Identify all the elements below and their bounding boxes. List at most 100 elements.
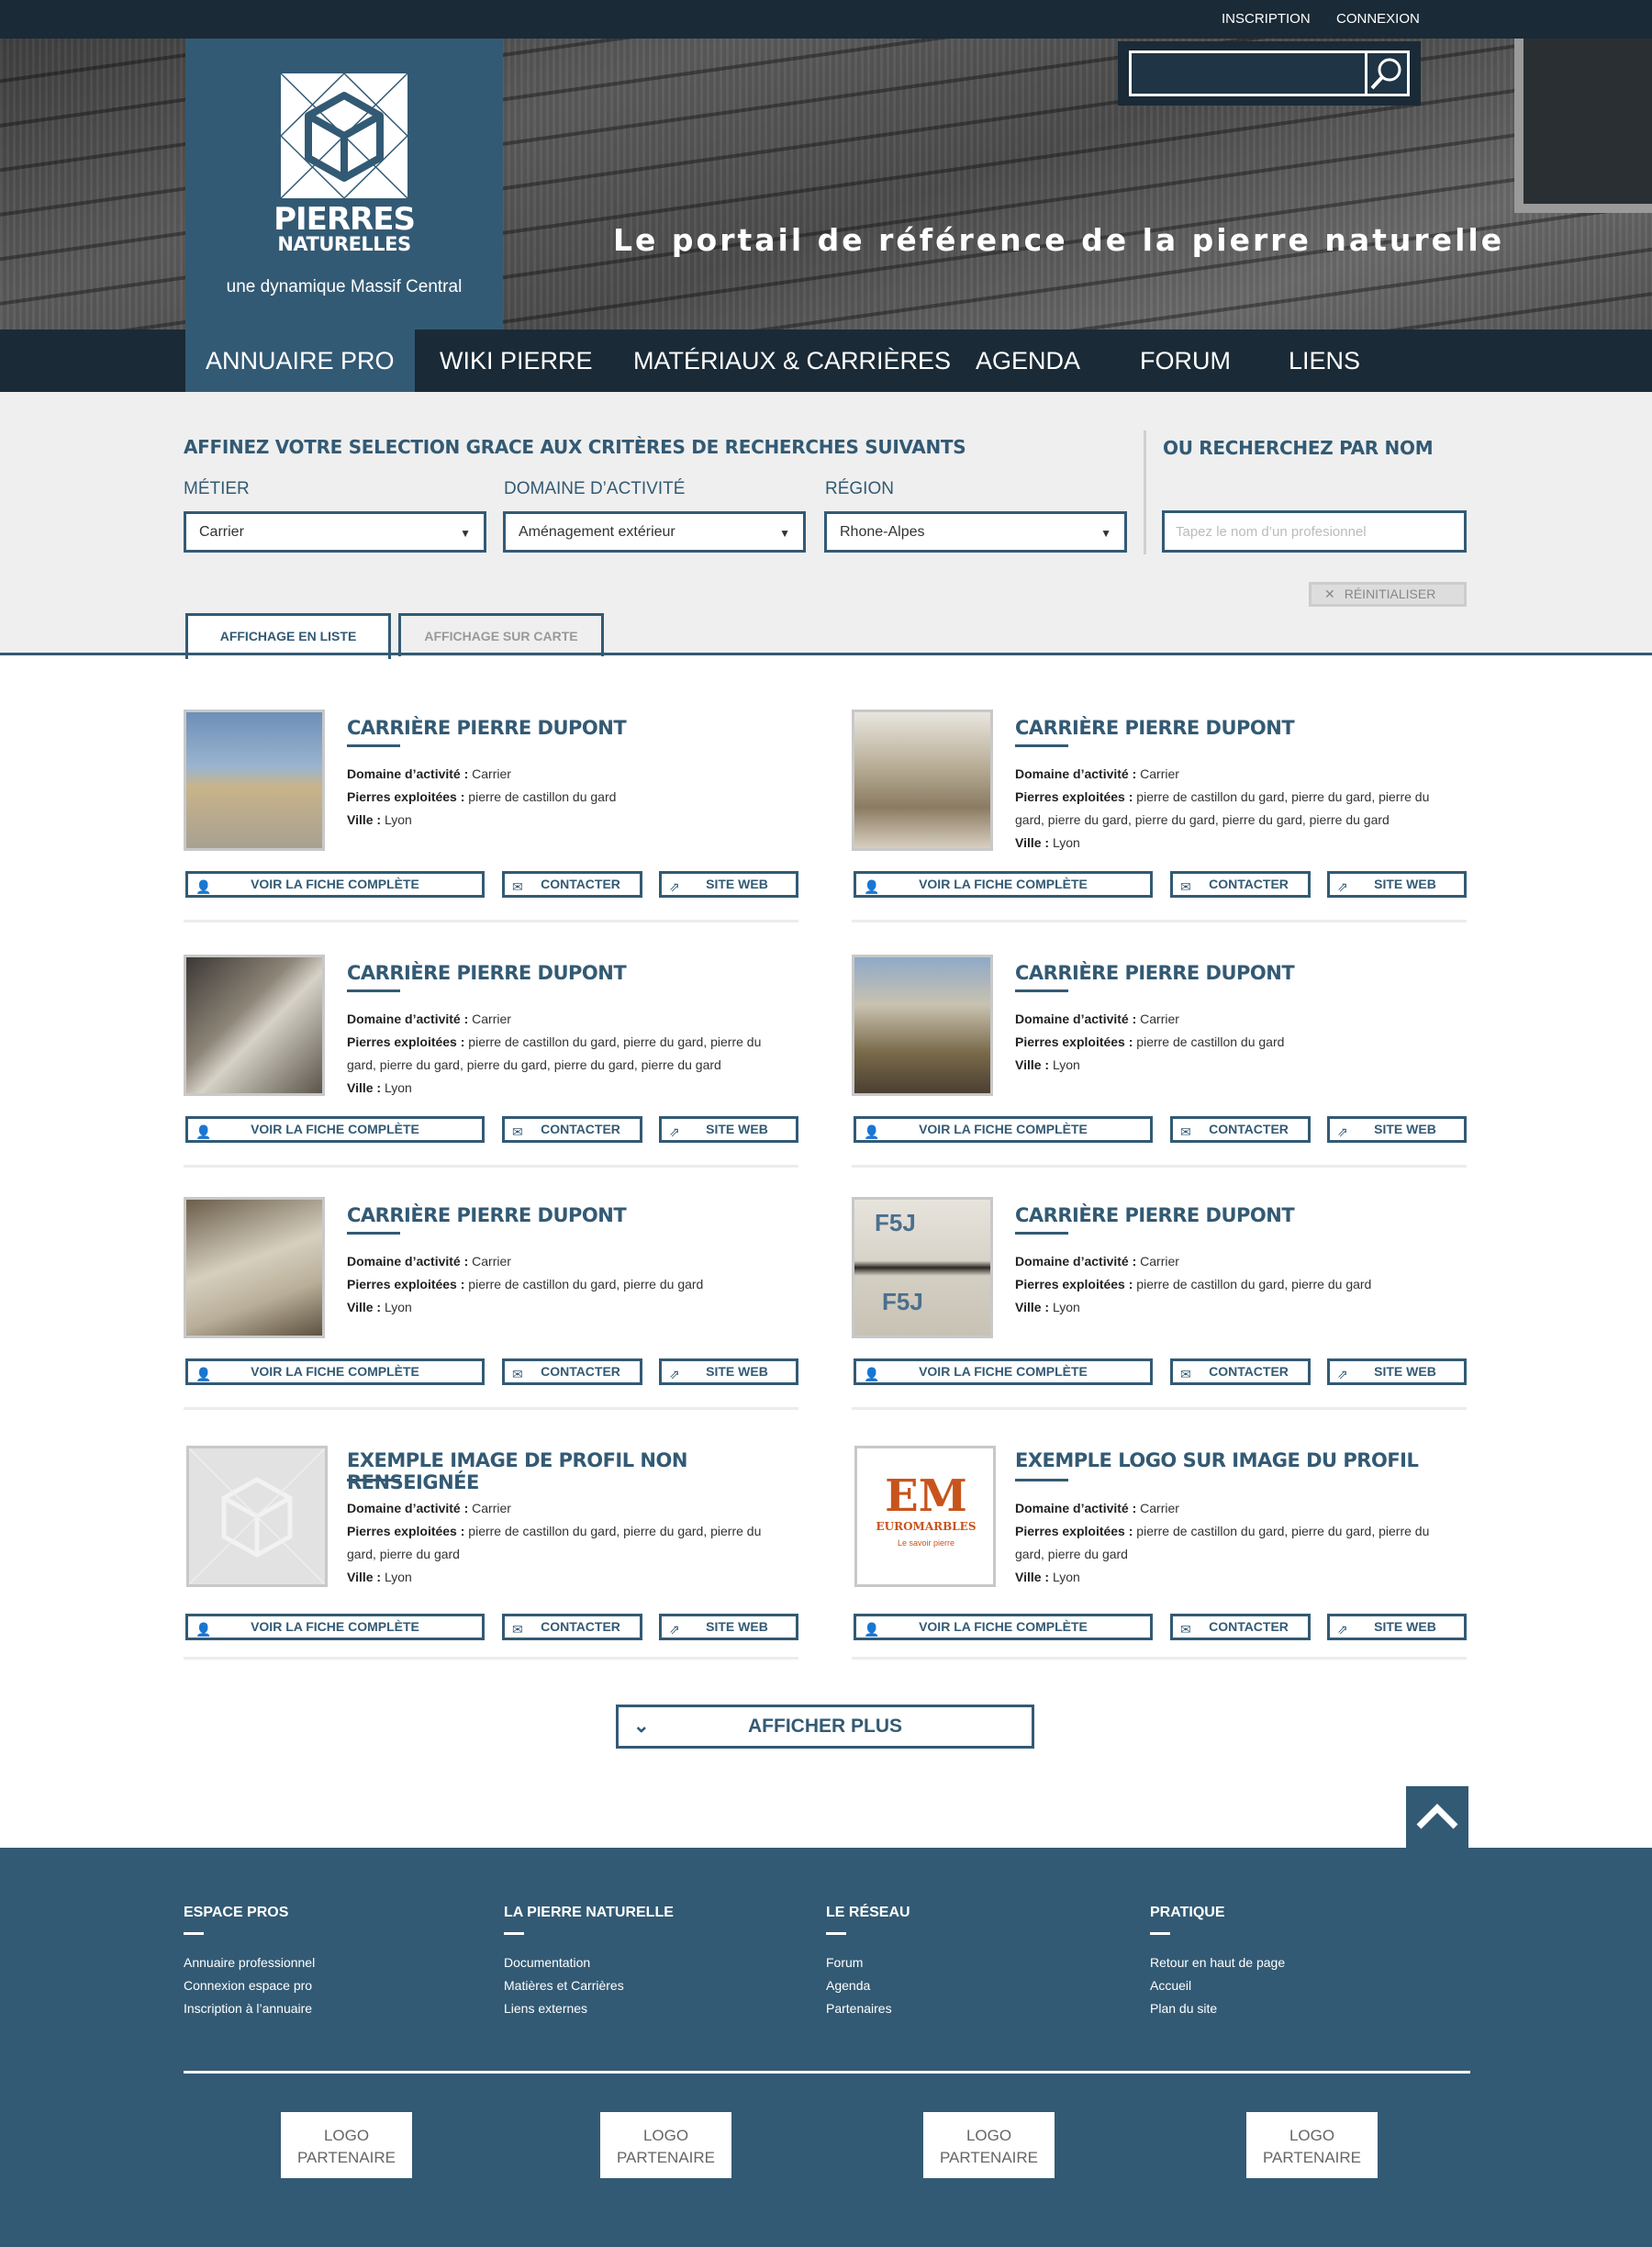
mail-icon: ✉ (1180, 1622, 1191, 1637)
logo-subtitle: NATURELLES (277, 233, 411, 255)
website-button[interactable]: ⇗ SITE WEB (1327, 871, 1467, 898)
footer-link[interactable]: Documentation (504, 1951, 674, 1974)
partner-logo[interactable]: LOGO PARTENAIRE (600, 2112, 731, 2178)
view-profile-button[interactable]: 👤 VOIR LA FICHE COMPLÈTE (185, 871, 485, 898)
contact-button[interactable]: ✉ CONTACTER (502, 1116, 642, 1143)
profile-image[interactable]: EM EUROMARBLES Le savoir pierre (854, 1446, 996, 1587)
website-button[interactable]: ⇗ SITE WEB (659, 1116, 798, 1143)
card-title[interactable]: CARRIÈRE PIERRE DUPONT (347, 1204, 627, 1226)
ville-label: Ville : (347, 1570, 382, 1584)
profile-image[interactable] (186, 1446, 328, 1587)
domaine-label: Domaine d’activité : (347, 766, 469, 781)
footer-link[interactable]: Partenaires (826, 1997, 910, 2020)
footer-link[interactable]: Matières et Carrières (504, 1974, 674, 1997)
domaine-label: Domaine d’activité : (1015, 1501, 1137, 1515)
card-title[interactable]: CARRIÈRE PIERRE DUPONT (347, 717, 627, 739)
website-label: SITE WEB (706, 1619, 768, 1634)
logo-tagline: une dynamique Massif Central (226, 277, 463, 296)
website-button[interactable]: ⇗ SITE WEB (1327, 1116, 1467, 1143)
card-title[interactable]: CARRIÈRE PIERRE DUPONT (1015, 717, 1295, 739)
contact-button[interactable]: ✉ CONTACTER (1170, 1358, 1311, 1385)
view-profile-button[interactable]: 👤 VOIR LA FICHE COMPLÈTE (185, 1614, 485, 1640)
view-profile-button[interactable]: 👤 VOIR LA FICHE COMPLÈTE (185, 1358, 485, 1385)
partner-logo[interactable]: LOGO PARTENAIRE (1246, 2112, 1378, 2178)
footer-link[interactable]: Accueil (1150, 1974, 1285, 1997)
domaine-select[interactable]: Aménagement extérieur ▼ (503, 511, 806, 553)
search-button[interactable] (1367, 50, 1410, 96)
contact-button[interactable]: ✉ CONTACTER (1170, 1116, 1311, 1143)
show-more-label: AFFICHER PLUS (748, 1716, 902, 1737)
website-button[interactable]: ⇗ SITE WEB (659, 871, 798, 898)
website-button[interactable]: ⇗ SITE WEB (1327, 1358, 1467, 1385)
partner-logo-text: LOGO (642, 2127, 689, 2144)
footer-divider (184, 2071, 1470, 2074)
website-button[interactable]: ⇗ SITE WEB (659, 1358, 798, 1385)
em-name: EUROMARBLES (876, 1520, 977, 1533)
partner-logo[interactable]: LOGO PARTENAIRE (923, 2112, 1055, 2178)
view-profile-button[interactable]: 👤 VOIR LA FICHE COMPLÈTE (854, 1116, 1153, 1143)
contact-button[interactable]: ✉ CONTACTER (502, 1358, 642, 1385)
metier-select[interactable]: Carrier ▼ (184, 511, 486, 553)
footer-dash (504, 1932, 524, 1935)
search-input[interactable] (1129, 50, 1367, 96)
profile-image[interactable] (852, 710, 993, 851)
footer-link[interactable]: Forum (826, 1951, 910, 1974)
nav-item-annuaire[interactable]: ANNUAIRE PRO (185, 330, 415, 392)
website-label: SITE WEB (706, 877, 768, 891)
profile-image[interactable] (184, 955, 325, 1096)
contact-button[interactable]: ✉ CONTACTER (1170, 871, 1311, 898)
back-to-top-button[interactable] (1406, 1786, 1468, 1849)
reset-button[interactable]: ✕ RÉINITIALISER (1309, 582, 1467, 607)
nav-item-liens[interactable]: LIENS (1289, 330, 1360, 392)
user-icon: 👤 (864, 1622, 880, 1637)
website-label: SITE WEB (706, 1122, 768, 1136)
footer-link[interactable]: Plan du site (1150, 1997, 1285, 2020)
view-profile-button[interactable]: 👤 VOIR LA FICHE COMPLÈTE (854, 871, 1153, 898)
card-title[interactable]: CARRIÈRE PIERRE DUPONT (1015, 1204, 1295, 1226)
footer-link[interactable]: Liens externes (504, 1997, 674, 2020)
footer-dash (1150, 1932, 1170, 1935)
profile-image[interactable] (184, 710, 325, 851)
site-logo[interactable]: PIERRES NATURELLES une dynamique Massif … (185, 39, 503, 330)
profile-image[interactable] (852, 955, 993, 1096)
card-separator (184, 1657, 798, 1660)
website-button[interactable]: ⇗ SITE WEB (1327, 1614, 1467, 1640)
profile-image[interactable]: F5J F5J (852, 1197, 993, 1338)
result-card: CARRIÈRE PIERRE DUPONT Domaine d’activité… (852, 710, 1467, 930)
card-info: Domaine d’activité : Carrier Pierres expl… (347, 1008, 787, 1100)
card-separator (184, 920, 798, 922)
website-button[interactable]: ⇗ SITE WEB (659, 1614, 798, 1640)
inscription-link[interactable]: INSCRIPTION (1222, 11, 1311, 27)
card-title[interactable]: CARRIÈRE PIERRE DUPONT (347, 962, 627, 984)
view-profile-button[interactable]: 👤 VOIR LA FICHE COMPLÈTE (185, 1116, 485, 1143)
nav-item-forum[interactable]: FORUM (1140, 330, 1231, 392)
external-link-icon: ⇗ (1337, 1622, 1348, 1637)
card-title[interactable]: EXEMPLE LOGO SUR IMAGE DU PROFIL (1015, 1449, 1419, 1471)
contact-button[interactable]: ✉ CONTACTER (502, 1614, 642, 1640)
nav-item-materiaux[interactable]: MATÉRIAUX & CARRIÈRES (633, 330, 951, 392)
footer-link[interactable]: Connexion espace pro (184, 1974, 315, 1997)
mail-icon: ✉ (1180, 1124, 1191, 1139)
partner-logo[interactable]: LOGO PARTENAIRE (281, 2112, 412, 2178)
footer-link[interactable]: Agenda (826, 1974, 910, 1997)
ville-label: Ville : (1015, 835, 1050, 850)
contact-button[interactable]: ✉ CONTACTER (1170, 1614, 1311, 1640)
nav-item-wiki[interactable]: WIKI PIERRE (440, 330, 593, 392)
show-more-button[interactable]: ⌄ AFFICHER PLUS (616, 1705, 1034, 1749)
profile-image[interactable] (184, 1197, 325, 1338)
view-profile-button[interactable]: 👤 VOIR LA FICHE COMPLÈTE (854, 1614, 1153, 1640)
card-title[interactable]: EXEMPLE IMAGE DE PROFIL NON RENSEIGNÉE (347, 1449, 798, 1493)
footer-link[interactable]: Retour en haut de page (1150, 1951, 1285, 1974)
card-title[interactable]: CARRIÈRE PIERRE DUPONT (1015, 962, 1295, 984)
tab-map-view[interactable]: AFFICHAGE SUR CARTE (398, 613, 604, 656)
footer-link[interactable]: Inscription à l’annuaire (184, 1997, 315, 2020)
connexion-link[interactable]: CONNEXION (1336, 11, 1420, 27)
region-select[interactable]: Rhone-Alpes ▼ (824, 511, 1127, 553)
footer-link[interactable]: Annuaire professionnel (184, 1951, 315, 1974)
domaine-row: Domaine d’activité : Carrier (1015, 1250, 1456, 1273)
contact-button[interactable]: ✉ CONTACTER (502, 871, 642, 898)
view-profile-button[interactable]: 👤 VOIR LA FICHE COMPLÈTE (854, 1358, 1153, 1385)
name-search-input[interactable]: Tapez le nom d’un profesionnel (1162, 510, 1467, 553)
view-profile-label: VOIR LA FICHE COMPLÈTE (251, 1364, 419, 1379)
nav-item-agenda[interactable]: AGENDA (976, 330, 1080, 392)
